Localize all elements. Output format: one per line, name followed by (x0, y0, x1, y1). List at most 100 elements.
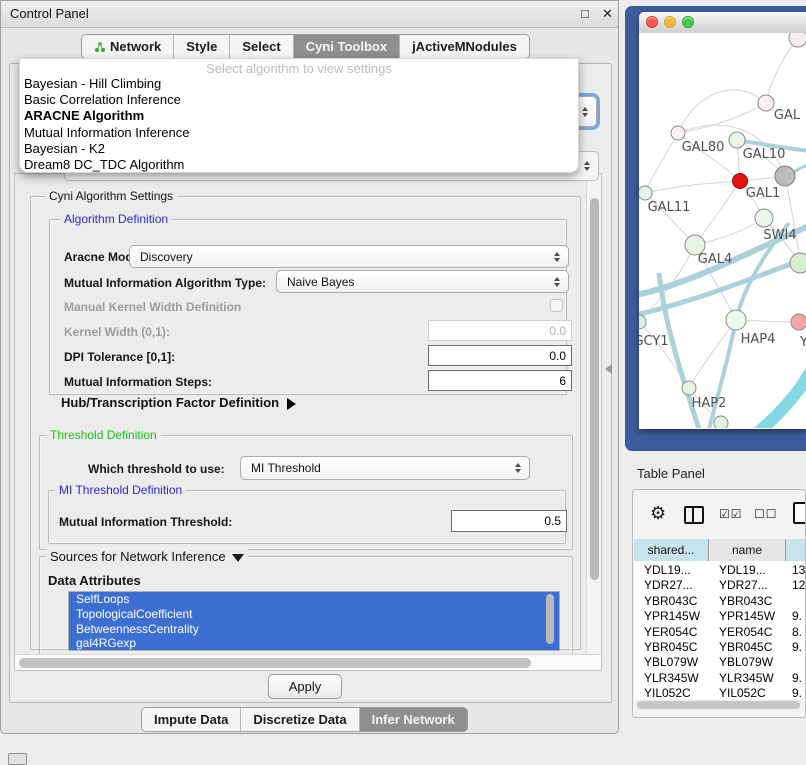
node-label-gal1: GAL1 (746, 186, 780, 201)
new-table-icon[interactable] (793, 502, 806, 524)
bottom-tab-discretize-data[interactable]: Discretize Data (241, 708, 359, 731)
data-attributes-label: Data Attributes (48, 573, 141, 588)
table-cell: 9. (792, 640, 806, 654)
tab-jactivemnodules-label: jActiveMNodules (412, 39, 517, 54)
control-panel-titlebar: Control Panel □ ✕ (1, 1, 618, 28)
minimize-traffic-light-icon[interactable] (664, 16, 676, 28)
tab-cyni-toolbox[interactable]: Cyni Toolbox (294, 35, 400, 58)
tab-style[interactable]: Style (174, 35, 230, 58)
aracne-mode-value: Discovery (130, 250, 549, 264)
table-row[interactable]: YBR043CYBR043C (634, 594, 806, 609)
sources-toggle[interactable]: Sources for Network Inference (46, 549, 248, 564)
algorithm-dropdown-popup: Select algorithm to view settings Bayesi… (19, 58, 579, 173)
bottom-tab-impute-data[interactable]: Impute Data (142, 708, 241, 731)
table-row[interactable]: YBR045CYBR045C9. (634, 640, 806, 655)
deselect-all-checkboxes-icon[interactable]: ☐☐ (754, 507, 778, 521)
column-header-a[interactable]: A (786, 539, 806, 561)
table-row[interactable]: YBL079WYBL079W (634, 655, 806, 670)
table-row[interactable]: YER054CYER054C8. (634, 625, 806, 640)
algorithm-popup-placeholder: Select algorithm to view settings (20, 59, 578, 76)
table-cell: YPR145W (719, 609, 788, 623)
algorithm-definition-title: Algorithm Definition (60, 212, 172, 226)
tab-jactivemnodules[interactable]: jActiveMNodules (400, 35, 529, 58)
combo-stepper-icon (579, 161, 595, 171)
tab-select[interactable]: Select (230, 35, 293, 58)
network-node-gal11[interactable] (639, 186, 652, 200)
hub-definition-toggle[interactable]: Hub/Transcription Factor Definition (61, 395, 296, 410)
table-row[interactable]: YPR145WYPR145W9. (634, 609, 806, 624)
zoom-traffic-light-icon[interactable] (682, 16, 694, 28)
table-row[interactable]: YLR345WYLR345W9. (634, 671, 806, 686)
network-node[interactable] (775, 166, 795, 186)
bottom-tab-infer-network[interactable]: Infer Network (360, 708, 467, 731)
algorithm-item-bayesian-k2[interactable]: Bayesian - K2 (20, 141, 578, 157)
mi-threshold-field[interactable] (451, 510, 567, 532)
table-row[interactable]: YDL19...YDL19...13 (634, 563, 806, 578)
network-node-swi4[interactable] (755, 209, 773, 227)
attributes-scrollbar[interactable] (545, 594, 555, 648)
control-panel-title: Control Panel (10, 6, 89, 21)
which-threshold-label: Which threshold to use: (88, 462, 225, 476)
which-threshold-combo[interactable]: MI Threshold (240, 456, 530, 480)
node-label-gal80: GAL80 (682, 140, 725, 155)
float-button[interactable]: □ (581, 6, 589, 21)
select-all-checkboxes-icon[interactable]: ☑☑ (719, 507, 743, 521)
algorithm-item-mutual-information-inference[interactable]: Mutual Information Inference (20, 125, 578, 141)
network-node-gal80[interactable] (671, 126, 685, 140)
settings-vertical-scrollbar[interactable] (586, 174, 602, 654)
node-label-gal10: GAL10 (743, 147, 786, 162)
table-panel: ⚙ ☑☑ ☐☐ shared...nameA YDL19...YDL19...1… (632, 489, 806, 718)
algorithm-list: Bayesian - Hill ClimbingBasic Correlatio… (20, 76, 578, 173)
cyni-algorithm-settings-group: Cyni Algorithm Settings Algorithm Defini… (30, 196, 581, 650)
network-node[interactable] (714, 416, 728, 428)
settings-horizontal-scrollbar[interactable] (15, 654, 601, 671)
network-node-hap4[interactable] (726, 310, 746, 330)
algorithm-item-basic-correlation-inference[interactable]: Basic Correlation Inference (20, 92, 578, 108)
panel-splitter-handle-icon[interactable] (605, 364, 612, 374)
attribute-item-topologicalcoefficient[interactable]: TopologicalCoefficient (69, 607, 559, 622)
network-window-titlebar (639, 12, 806, 34)
dpi-tolerance-field[interactable] (428, 345, 572, 366)
data-attributes-list: SelfLoopsTopologicalCoefficientBetweenne… (68, 591, 560, 651)
kernel-width-field[interactable] (428, 320, 572, 341)
table-cell: 8. (792, 625, 806, 639)
column-header-shared[interactable]: shared... (634, 539, 709, 561)
close-traffic-light-icon[interactable] (646, 16, 658, 28)
table-cell: YPR145W (644, 609, 711, 623)
aracne-mode-combo[interactable]: Discovery (129, 245, 569, 268)
network-node[interactable] (790, 253, 806, 273)
network-canvas[interactable]: GALGAL80GAL10GAL1GAL11SWI4GAL4GCY1HAP4YH… (639, 33, 806, 428)
bottom-tab-infer-network-label: Infer Network (372, 712, 455, 727)
gear-icon[interactable]: ⚙ (650, 503, 666, 524)
network-node-gcy1[interactable] (639, 315, 646, 329)
network-node-hap2[interactable] (682, 381, 696, 395)
attribute-item-betweennesscentrality[interactable]: BetweennessCentrality (69, 622, 559, 637)
node-label-y: Y (799, 335, 806, 350)
column-header-name[interactable]: name (709, 539, 786, 561)
algorithm-item-dream8-dc-tdc-algorithm[interactable]: Dream8 DC_TDC Algorithm (20, 157, 578, 173)
network-node-gal[interactable] (758, 95, 774, 111)
mi-type-combo[interactable]: Naive Bayes (276, 270, 569, 293)
table-cell: 9. (792, 671, 806, 685)
network-node[interactable] (789, 33, 806, 47)
tab-network[interactable]: Network (82, 35, 174, 58)
apply-button[interactable]: Apply (268, 674, 342, 699)
network-node-y[interactable] (791, 314, 806, 330)
attribute-item-selfloops[interactable]: SelfLoops (69, 592, 559, 607)
collapsed-panel-button[interactable] (8, 753, 27, 765)
attribute-item-gal4rgexp[interactable]: gal4RGexp (69, 636, 559, 651)
table-panel-title: Table Panel (637, 466, 705, 481)
network-node-gal10[interactable] (729, 132, 745, 148)
node-label-gal11: GAL11 (648, 200, 691, 215)
algorithm-item-aracne-algorithm[interactable]: ARACNE Algorithm (20, 108, 578, 124)
close-button[interactable]: ✕ (602, 6, 613, 22)
algorithm-item-bayesian-hill-climbing[interactable]: Bayesian - Hill Climbing (20, 76, 578, 92)
settings-scroll-pane: Cyni Algorithm Settings Algorithm Defini… (14, 173, 602, 671)
manual-kernel-checkbox[interactable] (550, 299, 563, 312)
table-row[interactable]: YDR27...YDR27...12 (634, 578, 806, 593)
which-threshold-value: MI Threshold (241, 461, 510, 475)
table-row[interactable]: YIL052CYIL052C9. (634, 686, 806, 699)
table-horizontal-scrollbar[interactable] (636, 700, 804, 711)
columns-icon[interactable] (684, 506, 704, 524)
mi-steps-field[interactable] (428, 370, 572, 391)
